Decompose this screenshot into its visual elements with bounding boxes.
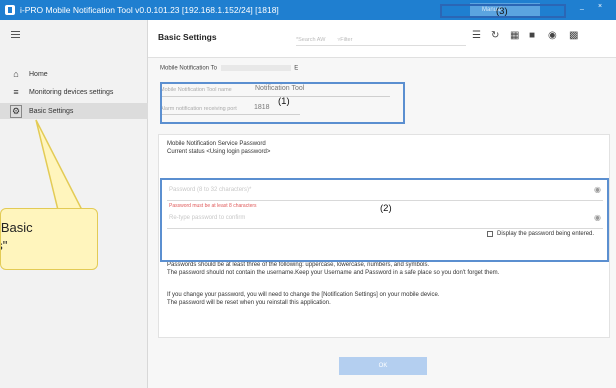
broadcast-icon[interactable]: ◉	[548, 30, 557, 41]
password-reset-note: The password will be reset when you rein…	[167, 300, 331, 306]
ok-button[interactable]: OK	[339, 357, 427, 375]
annotation-label-3: (3)	[496, 6, 508, 17]
close-button[interactable]: ×	[598, 3, 602, 10]
annotation-label-1: (1)	[278, 96, 290, 107]
password-rule-note: Passwords should be at least three of th…	[167, 262, 430, 268]
refresh-icon[interactable]: ↻	[491, 30, 499, 41]
callout-pointer	[35, 119, 84, 211]
password-heading: Mobile Notification Service Password	[167, 141, 266, 147]
page-title: Basic Settings	[158, 32, 217, 42]
callout-text: t "Basic gs"	[0, 219, 97, 255]
message-icon[interactable]: ▩	[569, 30, 578, 41]
password-rule-note: The password should not contain the user…	[167, 270, 500, 276]
search-input[interactable]: *Search AW ▿ Filter	[296, 34, 466, 46]
password-status: Current status <Using login password>	[167, 149, 271, 155]
callout: t "Basic gs"	[0, 208, 98, 270]
delete-icon[interactable]: ■	[529, 30, 535, 41]
redacted-value	[220, 65, 291, 71]
annotation-label-2: (2)	[380, 203, 392, 214]
toolbar: Basic Settings *Search AW ▿ Filter ☰ ↻ ▦…	[148, 20, 616, 58]
callout-line: t "Basic	[0, 220, 33, 235]
annotation-box-2	[160, 178, 609, 262]
minimize-button[interactable]: _	[580, 3, 584, 10]
view-options-icon[interactable]: ☰	[472, 30, 481, 41]
filter-placeholder: Filter	[340, 36, 353, 43]
search-placeholder: *Search AW	[296, 36, 326, 43]
password-change-note: If you change your password, you will ne…	[167, 292, 440, 298]
qr-code-icon[interactable]: ▦	[510, 30, 519, 41]
mobile-notification-label: Mobile Notification To E	[160, 65, 299, 72]
callout-line: gs"	[1, 238, 8, 253]
